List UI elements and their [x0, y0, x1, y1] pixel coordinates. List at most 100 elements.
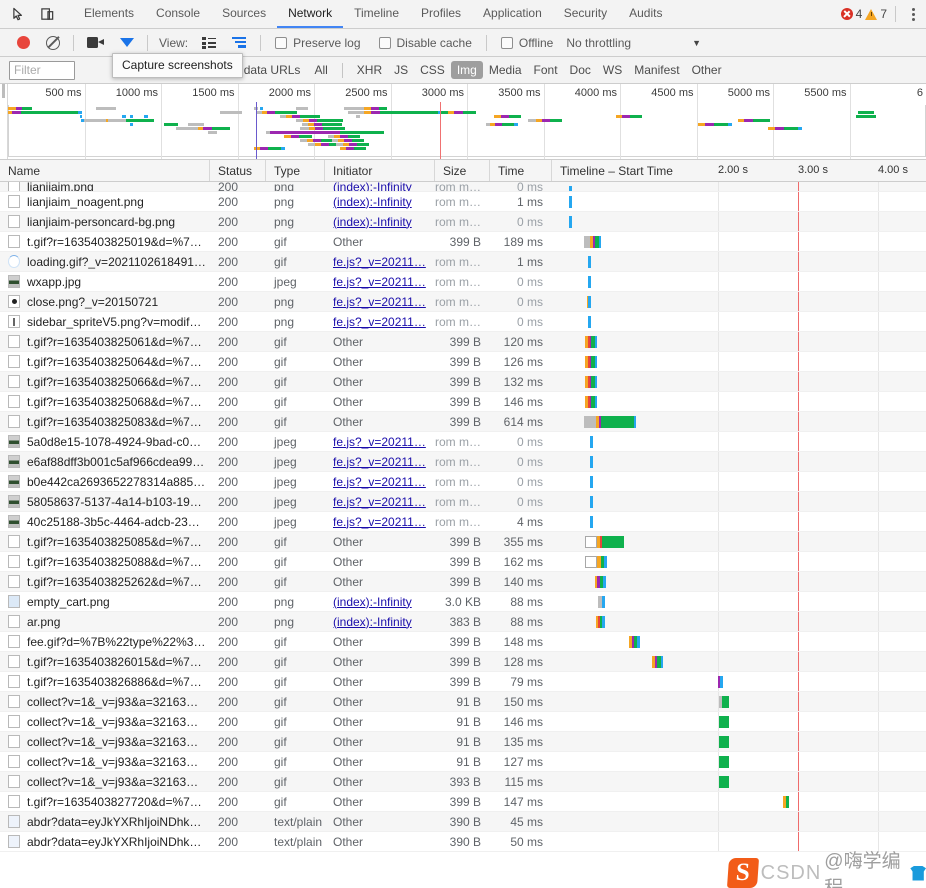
cell-initiator[interactable]: fe.js?_v=20211… [325, 312, 435, 331]
filter-type-all[interactable]: All [308, 61, 333, 79]
filter-type-ws[interactable]: WS [597, 61, 628, 79]
cell-initiator[interactable]: fe.js?_v=20211… [325, 272, 435, 291]
offline-checkbox[interactable]: Offline [492, 36, 562, 50]
table-row[interactable]: ar.png 200 png (index):-Infinity 383 B 88 ms [0, 612, 926, 632]
cell-initiator[interactable]: fe.js?_v=20211… [325, 432, 435, 451]
table-row[interactable]: collect?v=1&_v=j93&a=32163… 200 gif Other 91… [0, 752, 926, 772]
initiator-link[interactable]: (index):-Infinity [333, 182, 412, 191]
cell-initiator[interactable]: fe.js?_v=20211… [325, 452, 435, 471]
filter-type-manifest[interactable]: Manifest [628, 61, 685, 79]
cell-initiator[interactable]: (index):-Infinity [325, 192, 435, 211]
preserve-log-checkbox[interactable]: Preserve log [266, 36, 369, 50]
initiator-link[interactable]: (index):-Infinity [333, 195, 412, 209]
initiator-link[interactable]: fe.js?_v=20211… [333, 315, 426, 329]
table-row[interactable]: t.gif?r=1635403827720&d=%7… 200 gif Other 39… [0, 792, 926, 812]
initiator-link[interactable]: fe.js?_v=20211… [333, 255, 426, 269]
column-header-type[interactable]: Type [266, 160, 325, 181]
record-button[interactable] [9, 29, 38, 57]
initiator-link[interactable]: fe.js?_v=20211… [333, 435, 426, 449]
table-row[interactable]: close.png?_v=20150721 200 png fe.js?_v=2021… [0, 292, 926, 312]
table-row[interactable]: lianjiaim.png 200 png (index):-Infinity (fro… [0, 182, 926, 192]
network-overview[interactable]: 500 ms 1000 ms 1500 ms 2000 ms 2500 ms 3000 m… [0, 84, 926, 160]
table-row[interactable]: t.gif?r=1635403825262&d=%7… 200 gif Other 39… [0, 572, 926, 592]
initiator-link[interactable]: fe.js?_v=20211… [333, 495, 426, 509]
table-row[interactable]: 58058637-5137-4a14-b103-19… 200 jpeg fe.js?… [0, 492, 926, 512]
column-header-name[interactable]: Name [0, 160, 210, 181]
inspect-element-icon[interactable] [6, 1, 32, 27]
table-row[interactable]: e6af88dff3b001c5af966cdea99… 200 jpeg fe.js… [0, 452, 926, 472]
tab-application[interactable]: Application [472, 0, 553, 28]
cell-initiator[interactable]: fe.js?_v=20211… [325, 472, 435, 491]
initiator-link[interactable]: fe.js?_v=20211… [333, 275, 426, 289]
table-row[interactable]: t.gif?r=1635403825088&d=%7… 200 gif Other 39… [0, 552, 926, 572]
column-header-size[interactable]: Size [435, 160, 490, 181]
table-row[interactable]: 40c25188-3b5c-4464-adcb-23… 200 jpeg fe.js?… [0, 512, 926, 532]
column-header-waterfall[interactable]: Timeline – Start Time 2.00 s 3.00 s 4.00… [552, 160, 926, 181]
tab-audits[interactable]: Audits [618, 0, 673, 28]
table-row[interactable]: wxapp.jpg 200 jpeg fe.js?_v=20211… (from m… 0… [0, 272, 926, 292]
initiator-link[interactable]: fe.js?_v=20211… [333, 295, 426, 309]
initiator-link[interactable]: fe.js?_v=20211… [333, 475, 426, 489]
filter-type-img[interactable]: Img [450, 61, 483, 79]
filter-input[interactable]: Filter [9, 60, 75, 80]
table-row[interactable]: t.gif?r=1635403825083&d=%7… 200 gif Other 39… [0, 412, 926, 432]
filter-type-media[interactable]: Media [483, 61, 528, 79]
table-row[interactable]: lianjiaim-personcard-bg.png 200 png (index)… [0, 212, 926, 232]
filter-type-font[interactable]: Font [528, 61, 564, 79]
initiator-link[interactable]: fe.js?_v=20211… [333, 515, 426, 529]
filter-type-other[interactable]: Other [686, 61, 728, 79]
error-badge[interactable]: 4 [840, 7, 862, 21]
tab-timeline[interactable]: Timeline [343, 0, 410, 28]
table-row[interactable]: t.gif?r=1635403825068&d=%7… 200 gif Other 39… [0, 392, 926, 412]
initiator-link[interactable]: fe.js?_v=20211… [333, 455, 426, 469]
table-row[interactable]: empty_cart.png 200 png (index):-Infinity 3.0… [0, 592, 926, 612]
column-header-initiator[interactable]: Initiator [325, 160, 435, 181]
table-row[interactable]: abdr?data=eyJkYXRhIjoiNDhk… 200 text/plain… [0, 832, 926, 852]
table-row[interactable]: fee.gif?d=%7B%22type%22%3… 200 gif Other 399… [0, 632, 926, 652]
initiator-link[interactable]: (index):-Infinity [333, 215, 412, 229]
table-row[interactable]: abdr?data=eyJkYXRhIjoiNDhk… 200 text/plain… [0, 812, 926, 832]
cell-initiator[interactable]: fe.js?_v=20211… [325, 292, 435, 311]
table-body[interactable]: lianjiaim.png 200 png (index):-Infinity (fro… [0, 182, 926, 888]
table-row[interactable]: collect?v=1&_v=j93&a=32163… 200 gif Other 91… [0, 692, 926, 712]
table-row[interactable]: lianjiaim_noagent.png 200 png (index):-Infi… [0, 192, 926, 212]
device-toolbar-icon[interactable] [34, 1, 60, 27]
cell-initiator[interactable]: fe.js?_v=20211… [325, 492, 435, 511]
initiator-link[interactable]: (index):-Infinity [333, 595, 412, 609]
table-row[interactable]: t.gif?r=1635403825019&d=%7… 200 gif Other 39… [0, 232, 926, 252]
throttling-select[interactable]: No throttling ▼ [562, 36, 701, 50]
tab-network[interactable]: Network [277, 0, 344, 28]
more-options-icon[interactable] [904, 7, 922, 21]
warning-badge[interactable]: 7 [865, 7, 887, 21]
table-row[interactable]: collect?v=1&_v=j93&a=32163… 200 gif Other 39… [0, 772, 926, 792]
cell-initiator[interactable]: (index):-Infinity [325, 592, 435, 611]
column-header-status[interactable]: Status [210, 160, 266, 181]
table-row[interactable]: loading.gif?_v=2021102618491… 200 gif fe.js… [0, 252, 926, 272]
table-row[interactable]: t.gif?r=1635403825066&d=%7… 200 gif Other 39… [0, 372, 926, 392]
tab-elements[interactable]: Elements [73, 0, 145, 28]
table-row[interactable]: b0e442ca2693652278314a885… 200 jpeg fe.js?_… [0, 472, 926, 492]
disable-cache-checkbox[interactable]: Disable cache [370, 36, 481, 50]
table-row[interactable]: t.gif?r=1635403825064&d=%7… 200 gif Other 39… [0, 352, 926, 372]
table-row[interactable]: t.gif?r=1635403825085&d=%7… 200 gif Other 39… [0, 532, 926, 552]
clear-button[interactable] [38, 29, 68, 57]
filter-type-css[interactable]: CSS [414, 61, 451, 79]
table-row[interactable]: collect?v=1&_v=j93&a=32163… 200 gif Other 91… [0, 732, 926, 752]
capture-screenshots-button[interactable] [79, 29, 112, 57]
table-row[interactable]: collect?v=1&_v=j93&a=32163… 200 gif Other 91… [0, 712, 926, 732]
table-row[interactable]: 5a0d8e15-1078-4924-9bad-c0… 200 jpeg fe.js?… [0, 432, 926, 452]
tab-profiles[interactable]: Profiles [410, 0, 472, 28]
cell-initiator[interactable]: fe.js?_v=20211… [325, 512, 435, 531]
column-header-time[interactable]: Time [490, 160, 552, 181]
table-row[interactable]: sidebar_spriteV5.png?v=modif… 200 png fe.js… [0, 312, 926, 332]
table-row[interactable]: t.gif?r=1635403826015&d=%7… 200 gif Other 39… [0, 652, 926, 672]
cell-initiator[interactable]: (index):-Infinity [325, 612, 435, 631]
tab-security[interactable]: Security [553, 0, 618, 28]
tab-console[interactable]: Console [145, 0, 211, 28]
cell-initiator[interactable]: fe.js?_v=20211… [325, 252, 435, 271]
table-row[interactable]: t.gif?r=1635403826886&d=%7… 200 gif Other 39… [0, 672, 926, 692]
cell-initiator[interactable]: (index):-Infinity [325, 212, 435, 231]
filter-type-js[interactable]: JS [388, 61, 414, 79]
table-row[interactable]: t.gif?r=1635403825061&d=%7… 200 gif Other 39… [0, 332, 926, 352]
cell-initiator[interactable]: (index):-Infinity [325, 182, 435, 191]
